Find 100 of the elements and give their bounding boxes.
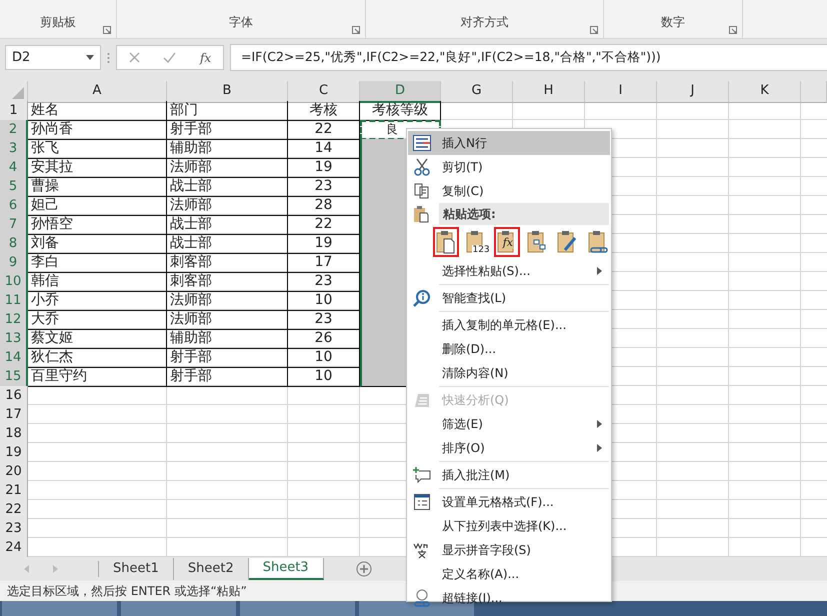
menu-item[interactable]: 选择性粘贴(S)... bbox=[408, 259, 610, 283]
row-header[interactable]: 16 bbox=[0, 386, 28, 406]
row-header[interactable]: 20 bbox=[0, 462, 28, 482]
formula-field[interactable]: =IF(C2>=25,"优秀",IF(C2>=22,"良好",IF(C2>=18,"合格","不合格"))) bbox=[230, 44, 827, 71]
table-cell: 曹操 bbox=[28, 177, 167, 197]
dialog-launcher-icon[interactable] bbox=[590, 26, 598, 34]
copy-icon bbox=[414, 183, 430, 199]
table-cell: 射手部 bbox=[167, 367, 288, 387]
row-header[interactable]: 22 bbox=[0, 500, 28, 520]
row-header[interactable]: 4 bbox=[0, 158, 28, 178]
column-header[interactable]: D bbox=[360, 81, 441, 103]
menu-item[interactable]: 从下拉列表中选择(K)... bbox=[408, 514, 610, 538]
table-cell: 百里守约 bbox=[28, 367, 167, 387]
column-header[interactable]: J bbox=[657, 81, 729, 103]
table-cell: 22 bbox=[288, 120, 360, 140]
paste-values-option[interactable]: 123 bbox=[463, 227, 490, 257]
dialog-launcher-icon[interactable] bbox=[103, 26, 111, 34]
scissors-icon bbox=[414, 158, 430, 176]
row-header[interactable]: 19 bbox=[0, 443, 28, 463]
row-header[interactable]: 14 bbox=[0, 348, 28, 368]
menu-item[interactable]: 定义名称(A)... bbox=[408, 562, 610, 586]
paste-formulas-option[interactable]: fx bbox=[494, 227, 520, 257]
row-header[interactable]: 8 bbox=[0, 234, 28, 254]
menu-item[interactable]: 剪切(T) bbox=[408, 155, 610, 179]
row-header[interactable]: 17 bbox=[0, 405, 28, 425]
table-cell: 射手部 bbox=[167, 120, 288, 140]
checkmark-icon[interactable] bbox=[163, 52, 176, 63]
column-header[interactable]: H bbox=[513, 81, 585, 103]
sheet-tab[interactable]: Sheet3 bbox=[248, 558, 324, 580]
table-cell: 韩信 bbox=[28, 272, 167, 292]
row-header[interactable]: 15 bbox=[0, 367, 28, 387]
menu-item[interactable]: 筛选(E) bbox=[408, 412, 610, 436]
table-cell: 妲己 bbox=[28, 196, 167, 216]
table-cell: 安其拉 bbox=[28, 158, 167, 178]
table-cell: 张飞 bbox=[28, 139, 167, 159]
menu-item[interactable]: 超链接(I)... bbox=[408, 586, 610, 610]
paste-option[interactable] bbox=[433, 227, 460, 257]
table-cell: 孙尚香 bbox=[28, 120, 167, 140]
clipboard-icon bbox=[413, 205, 429, 223]
row-header[interactable]: 7 bbox=[0, 215, 28, 235]
menu-item[interactable]: 插入批注(M) bbox=[408, 463, 610, 487]
ribbon-group-label: 字体 bbox=[229, 14, 253, 31]
column-header[interactable]: K bbox=[729, 81, 801, 103]
grip-icon bbox=[107, 52, 110, 64]
row-header[interactable]: 5 bbox=[0, 177, 28, 197]
table-cell: 部门 bbox=[167, 101, 288, 121]
status-message: 选定目标区域，然后按 ENTER 或选择“粘贴” bbox=[7, 582, 247, 600]
name-box[interactable]: D2 bbox=[5, 45, 101, 70]
table-cell: 法师部 bbox=[167, 310, 288, 330]
column-header[interactable]: C bbox=[288, 81, 360, 103]
ribbon-group-label: 剪贴板 bbox=[40, 14, 76, 31]
row-header[interactable]: 9 bbox=[0, 253, 28, 273]
row-header[interactable]: 6 bbox=[0, 196, 28, 216]
row-header[interactable]: 18 bbox=[0, 424, 28, 444]
row-header[interactable]: 2 bbox=[0, 120, 28, 140]
comment-icon bbox=[413, 467, 431, 483]
column-header[interactable]: G bbox=[441, 81, 513, 103]
row-header[interactable]: 11 bbox=[0, 291, 28, 311]
menu-item[interactable]: 显示拼音字段(S) bbox=[408, 538, 610, 562]
table-cell: 大乔 bbox=[28, 310, 167, 330]
table-cell: 辅助部 bbox=[167, 139, 288, 159]
magnifier-icon bbox=[413, 289, 431, 307]
column-header[interactable]: B bbox=[167, 81, 288, 103]
table-cell: 小乔 bbox=[28, 291, 167, 311]
row-header[interactable]: 21 bbox=[0, 481, 28, 501]
dialog-launcher-icon[interactable] bbox=[729, 26, 737, 34]
menu-item[interactable]: 设置单元格格式(F)... bbox=[408, 490, 610, 514]
row-header[interactable]: 10 bbox=[0, 272, 28, 292]
menu-item[interactable]: 智能查找(L) bbox=[408, 286, 610, 310]
column-header[interactable]: I bbox=[585, 81, 657, 103]
table-cell: 蔡文姬 bbox=[28, 329, 167, 349]
format-cells-icon bbox=[414, 494, 430, 510]
sheet-tab[interactable]: Sheet1 bbox=[99, 558, 174, 580]
insert-function-button[interactable]: fx bbox=[200, 50, 212, 64]
row-header[interactable]: 12 bbox=[0, 310, 28, 330]
table-cell: 李白 bbox=[28, 253, 167, 273]
quick-analysis-icon bbox=[414, 392, 430, 408]
table-cell: 射手部 bbox=[167, 348, 288, 368]
table-cell: 刘备 bbox=[28, 234, 167, 254]
row-header[interactable]: 3 bbox=[0, 139, 28, 159]
menu-item[interactable]: 插入复制的单元格(E)... bbox=[408, 313, 610, 337]
menu-item[interactable]: 清除内容(N) bbox=[408, 361, 610, 385]
row-header[interactable]: 24 bbox=[0, 538, 28, 558]
menu-item[interactable]: 复制(C) bbox=[408, 179, 610, 203]
dialog-launcher-icon[interactable] bbox=[352, 26, 360, 34]
table-cell: 刺客部 bbox=[167, 253, 288, 273]
column-header[interactable]: A bbox=[28, 81, 167, 103]
menu-item[interactable]: 插入N行 bbox=[408, 131, 610, 155]
dropdown-icon bbox=[86, 55, 94, 60]
ribbon-group-label: 对齐方式 bbox=[460, 14, 508, 31]
insert-rows-icon bbox=[413, 135, 431, 151]
row-header[interactable]: 23 bbox=[0, 519, 28, 539]
row-header[interactable]: 13 bbox=[0, 329, 28, 349]
add-sheet-icon[interactable] bbox=[356, 561, 372, 577]
submenu-arrow-icon bbox=[597, 420, 602, 428]
menu-item[interactable]: 删除(D)... bbox=[408, 337, 610, 361]
paste-options-heading: 粘贴选项: bbox=[439, 203, 609, 225]
table-cell: 狄仁杰 bbox=[28, 348, 167, 368]
row-header[interactable]: 1 bbox=[0, 101, 28, 121]
menu-item[interactable]: 排序(O) bbox=[408, 436, 610, 460]
